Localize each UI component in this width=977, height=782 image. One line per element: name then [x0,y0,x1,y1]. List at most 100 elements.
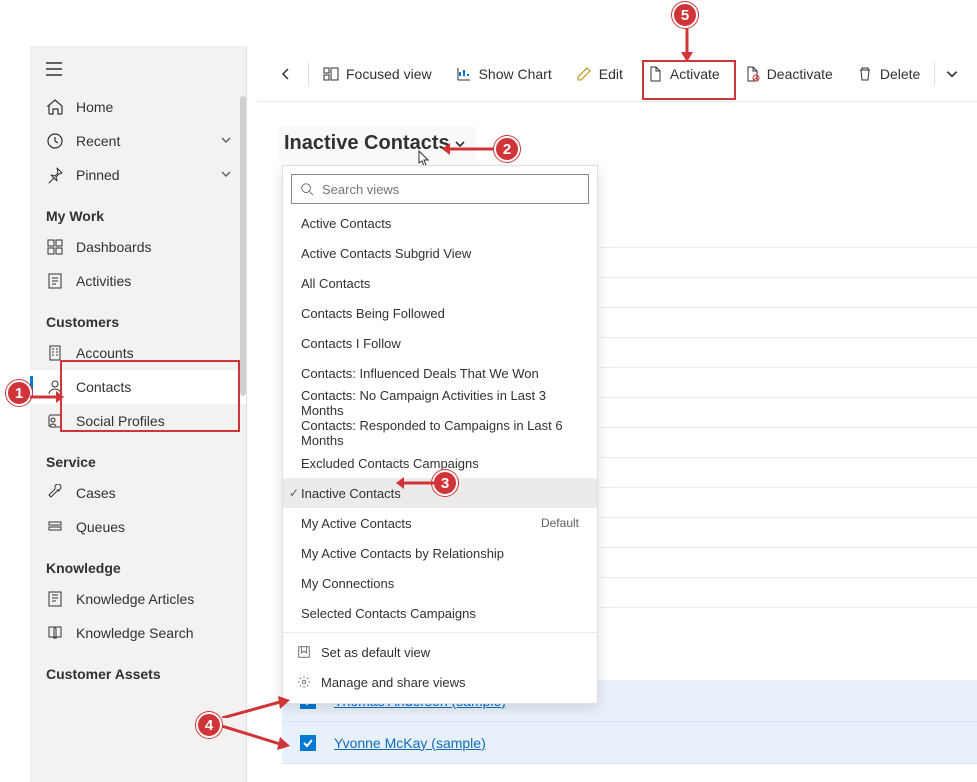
toolbar-label: Delete [880,66,920,82]
bookmark-icon [297,645,311,659]
nav-label: Knowledge Search [76,625,232,641]
section-knowledge: Knowledge [30,544,246,582]
nav-label: Queues [76,519,232,535]
view-option[interactable]: All Contacts [283,268,597,298]
toolbar-label: Deactivate [767,66,833,82]
person-icon [46,378,64,396]
building-icon [46,344,64,362]
toolbar-label: Focused view [346,66,432,82]
clock-icon [46,132,64,150]
dashboard-icon [46,238,64,256]
delete-button[interactable]: Delete [847,56,930,92]
view-option-selected[interactable]: ✓Inactive Contacts [283,478,597,508]
view-option[interactable]: Active Contacts Subgrid View [283,238,597,268]
section-service: Service [30,438,246,476]
manage-views[interactable]: Manage and share views [283,667,597,697]
deactivate-button[interactable]: Deactivate [734,56,843,92]
nav-label: Recent [76,133,220,149]
chevron-down-icon [945,67,959,81]
nav-label: Cases [76,485,232,501]
pin-icon [46,166,64,184]
view-option[interactable]: Contacts Being Followed [283,298,597,328]
toolbar-label: Show Chart [479,66,552,82]
nav-label: Contacts [76,379,232,395]
default-tag: Default [541,516,579,530]
section-mywork: My Work [30,192,246,230]
view-option[interactable]: Contacts: Influenced Deals That We Won [283,358,597,388]
separator [308,62,309,86]
command-bar: Focused view Show Chart Edit Activate De… [258,46,977,102]
hamburger-menu[interactable] [30,56,246,90]
chevron-down-icon [454,138,466,150]
row-checkbox[interactable] [300,735,316,751]
nav-label: Accounts [76,345,232,361]
nav-social-profiles[interactable]: Social Profiles [30,404,246,438]
check-icon: ✓ [289,486,299,500]
hamburger-icon [46,62,62,76]
nav-recent[interactable]: Recent [30,124,246,158]
nav-label: Knowledge Articles [76,591,232,607]
nav-label: Pinned [76,167,220,183]
chevron-down-icon [220,133,232,149]
focused-view-button[interactable]: Focused view [313,56,442,92]
view-option[interactable]: Excluded Contacts Campaigns [283,448,597,478]
annotation-badge-1: 1 [6,380,32,406]
overflow-button[interactable] [939,56,965,92]
separator [283,632,597,633]
view-option[interactable]: Active Contacts [283,208,597,238]
nav-contacts[interactable]: Contacts [30,370,246,404]
pencil-icon [576,66,592,82]
chevron-down-icon [220,167,232,183]
annotation-badge-5: 5 [672,2,698,28]
book-icon [46,624,64,642]
social-icon [46,412,64,430]
view-option[interactable]: My Connections [283,568,597,598]
back-arrow-icon [278,66,294,82]
section-customers: Customers [30,298,246,336]
nav-queues[interactable]: Queues [30,510,246,544]
gear-icon [297,675,311,689]
nav-knowledge-search[interactable]: Knowledge Search [30,616,246,650]
nav-accounts[interactable]: Accounts [30,336,246,370]
toolbar-label: Edit [599,66,623,82]
set-default-view[interactable]: Set as default view [283,637,597,667]
nav-cases[interactable]: Cases [30,476,246,510]
wrench-icon [46,484,64,502]
activate-icon [647,66,663,82]
contact-link[interactable]: Yvonne McKay (sample) [334,735,486,751]
toolbar-label: Activate [670,66,720,82]
view-option[interactable]: Selected Contacts Campaigns [283,598,597,628]
nav-pinned[interactable]: Pinned [30,158,246,192]
sidebar-scrollbar[interactable] [240,96,246,396]
view-selector[interactable]: Inactive Contacts [278,126,476,161]
view-search-input[interactable] [320,181,580,198]
view-option[interactable]: My Active Contacts by Relationship [283,538,597,568]
deactivate-icon [744,66,760,82]
section-assets: Customer Assets [30,650,246,688]
nav-activities[interactable]: Activities [30,264,246,298]
chart-icon [456,66,472,82]
search-icon [300,182,314,196]
separator [934,62,935,86]
back-button[interactable] [268,56,304,92]
edit-button[interactable]: Edit [566,56,633,92]
show-chart-button[interactable]: Show Chart [446,56,562,92]
nav-label: Social Profiles [76,413,232,429]
activate-button[interactable]: Activate [637,56,730,92]
view-option[interactable]: My Active ContactsDefault [283,508,597,538]
nav-dashboards[interactable]: Dashboards [30,230,246,264]
view-title-text: Inactive Contacts [284,132,450,155]
trash-icon [857,66,873,82]
focused-view-icon [323,66,339,82]
table-row[interactable]: Yvonne McKay (sample) [282,722,977,764]
sidebar: Home Recent Pinned My Work Dashboards Ac… [30,46,247,782]
nav-label: Dashboards [76,239,232,255]
check-icon [302,737,314,749]
view-dropdown: Active Contacts Active Contacts Subgrid … [282,165,598,704]
view-option[interactable]: Contacts I Follow [283,328,597,358]
view-option[interactable]: Contacts: No Campaign Activities in Last… [283,388,597,418]
view-search[interactable] [291,174,589,204]
view-option[interactable]: Contacts: Responded to Campaigns in Last… [283,418,597,448]
nav-knowledge-articles[interactable]: Knowledge Articles [30,582,246,616]
nav-home[interactable]: Home [30,90,246,124]
